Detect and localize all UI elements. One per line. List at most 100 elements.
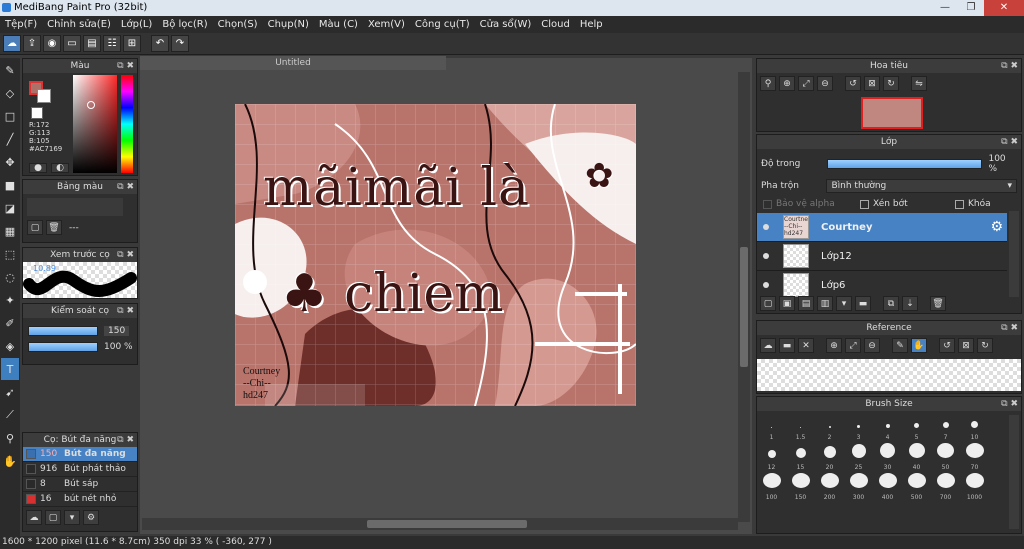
layer-row[interactable]: Lớp12	[757, 242, 1007, 271]
panel-close-icon[interactable]: ⧉ ✖	[117, 248, 134, 262]
brush-size-cell[interactable]: 15	[786, 443, 815, 473]
menu-filter[interactable]: Bộ lọc(R)	[157, 16, 212, 33]
visibility-eye-icon[interactable]	[763, 253, 769, 259]
artwork-canvas[interactable]: mãimãi là ♣ chiem ✿ Courtney --Chi-- hd2…	[235, 104, 636, 406]
brush-settings-icon[interactable]: ⚙	[83, 510, 99, 525]
brush-size-cell[interactable]: 5	[902, 413, 931, 443]
eraser-tool-icon[interactable]: ◇	[1, 82, 19, 104]
brush-size-cell[interactable]: 50	[931, 443, 960, 473]
select-tool-icon[interactable]: ⬚	[1, 243, 19, 265]
menu-color[interactable]: Màu (C)	[314, 16, 363, 33]
visibility-eye-icon[interactable]	[763, 282, 769, 288]
brush-size-cell[interactable]: 70	[960, 443, 989, 473]
layer-row[interactable]: Courtney --Chi-- hd247 Courtney ⚙	[757, 213, 1007, 242]
menu-select[interactable]: Chọn(S)	[213, 16, 263, 33]
brush-size-cell[interactable]: 700	[931, 473, 960, 503]
delete-layer-icon[interactable]: 🗑	[930, 296, 946, 311]
brush-size-cell[interactable]: 40	[902, 443, 931, 473]
lock-checkbox[interactable]	[955, 199, 964, 209]
divide-tool-icon[interactable]: ⟋	[1, 404, 19, 426]
menu-view[interactable]: Xem(V)	[363, 16, 410, 33]
panel-close-icon[interactable]: ⧉ ✖	[1001, 397, 1018, 411]
rect-tool-icon[interactable]: □	[1, 105, 19, 127]
cloud-brush-icon[interactable]: ☁	[26, 510, 42, 525]
panel-close-icon[interactable]: ⧉ ✖	[117, 59, 134, 73]
close-button[interactable]: ✕	[984, 0, 1024, 16]
lasso-tool-icon[interactable]: ◌	[1, 266, 19, 288]
brush-size-cell[interactable]: 20	[815, 443, 844, 473]
brush-size-cell[interactable]: 1.5	[786, 413, 815, 443]
grid-list-icon[interactable]: ☷	[103, 35, 121, 52]
new-halftone-layer-icon[interactable]: ▥	[817, 296, 833, 311]
close-reference-icon[interactable]: ✕	[798, 338, 814, 353]
layer-list-scrollbar[interactable]	[1009, 211, 1019, 297]
fit-icon[interactable]: ⤢	[798, 76, 814, 91]
gradient-tool-icon[interactable]: ▦	[1, 220, 19, 242]
delete-swatch-icon[interactable]: 🗑	[46, 220, 62, 235]
new-brush-icon[interactable]: ▢	[45, 510, 61, 525]
secondary-color-swatch[interactable]	[37, 89, 51, 103]
blend-mode-select[interactable]: Bình thường ▾	[826, 179, 1017, 193]
black-white-swatch[interactable]	[31, 107, 43, 119]
color-wheel-icon[interactable]: ◐	[51, 163, 69, 173]
share-icon[interactable]: ⇪	[23, 35, 41, 52]
redo-icon[interactable]: ↷	[171, 35, 189, 52]
menu-file[interactable]: Tệp(F)	[0, 16, 42, 33]
cloud-icon[interactable]: ☁	[3, 35, 21, 52]
layer-opacity-slider[interactable]	[826, 159, 983, 169]
brush-size-cell[interactable]: 30	[873, 443, 902, 473]
rotate-right-icon[interactable]: ↻	[977, 338, 993, 353]
brush-size-cell[interactable]: 300	[844, 473, 873, 503]
brush-size-cell[interactable]: 200	[815, 473, 844, 503]
flip-icon[interactable]: ⇋	[911, 76, 927, 91]
brush-item[interactable]: 916 Bút phát thảo	[23, 462, 137, 477]
brush-item[interactable]: 16 bút nét nhỏ	[23, 492, 137, 507]
magic-wand-icon[interactable]: ✦	[1, 289, 19, 311]
duplicate-layer-icon[interactable]: ⧉	[883, 296, 899, 311]
brush-size-cell[interactable]: 2	[815, 413, 844, 443]
menu-tools[interactable]: Công cụ(T)	[410, 16, 475, 33]
text-tool-icon[interactable]: T	[1, 358, 19, 380]
hand-tool-icon[interactable]: ✋	[1, 450, 19, 472]
swatch-area[interactable]	[27, 198, 123, 216]
menu-window[interactable]: Cửa sổ(W)	[475, 16, 537, 33]
zoom-out-icon[interactable]: ⊖	[817, 76, 833, 91]
zoom-out-icon[interactable]: ⊖	[864, 338, 880, 353]
color-mode-icon[interactable]: ●	[29, 163, 47, 173]
new-layer-icon[interactable]: ▢	[760, 296, 776, 311]
operation-tool-icon[interactable]: ➹	[1, 381, 19, 403]
undo-icon[interactable]: ↶	[151, 35, 169, 52]
new-layer-8bit-icon[interactable]: ▣	[779, 296, 795, 311]
brush-size-cell[interactable]: 3	[844, 413, 873, 443]
panel-close-icon[interactable]: ⧉ ✖	[117, 180, 134, 194]
select-pen-icon[interactable]: ✐	[1, 312, 19, 334]
brush-tool-icon[interactable]: ✎	[1, 59, 19, 81]
rotate-reset-icon[interactable]: ⊠	[864, 76, 880, 91]
eyedropper-icon[interactable]: ✎	[892, 338, 908, 353]
reference-canvas[interactable]	[757, 359, 1021, 391]
new-swatch-icon[interactable]: ▢	[27, 220, 43, 235]
brush-size-slider[interactable]	[28, 326, 98, 336]
fit-icon[interactable]: ⤢	[845, 338, 861, 353]
merge-layer-icon[interactable]: ⇣	[902, 296, 918, 311]
menu-capture[interactable]: Chụp(N)	[263, 16, 314, 33]
minimize-button[interactable]: —	[932, 0, 958, 16]
brush-size-cell[interactable]: 500	[902, 473, 931, 503]
zoom-in-icon[interactable]: ⊕	[779, 76, 795, 91]
grid-icon[interactable]: ⊞	[123, 35, 141, 52]
hand-icon[interactable]: ✋	[911, 338, 927, 353]
layer-menu-icon[interactable]: ▾	[836, 296, 852, 311]
bucket-tool-icon[interactable]: ◪	[1, 197, 19, 219]
brush-size-cell[interactable]: 25	[844, 443, 873, 473]
brush-item[interactable]: 8 Bút sáp	[23, 477, 137, 492]
panel-close-icon[interactable]: ⧉ ✖	[117, 304, 134, 318]
panel-close-icon[interactable]: ⧉ ✖	[1001, 321, 1018, 335]
page-icon[interactable]: ▤	[83, 35, 101, 52]
move-tool-icon[interactable]: ✥	[1, 151, 19, 173]
canvas-vertical-scrollbar[interactable]	[738, 72, 750, 522]
rotate-left-icon[interactable]: ↺	[939, 338, 955, 353]
menu-help[interactable]: Help	[575, 16, 608, 33]
clip-checkbox[interactable]	[860, 199, 869, 209]
visibility-eye-icon[interactable]	[763, 224, 769, 230]
rotate-left-icon[interactable]: ↺	[845, 76, 861, 91]
